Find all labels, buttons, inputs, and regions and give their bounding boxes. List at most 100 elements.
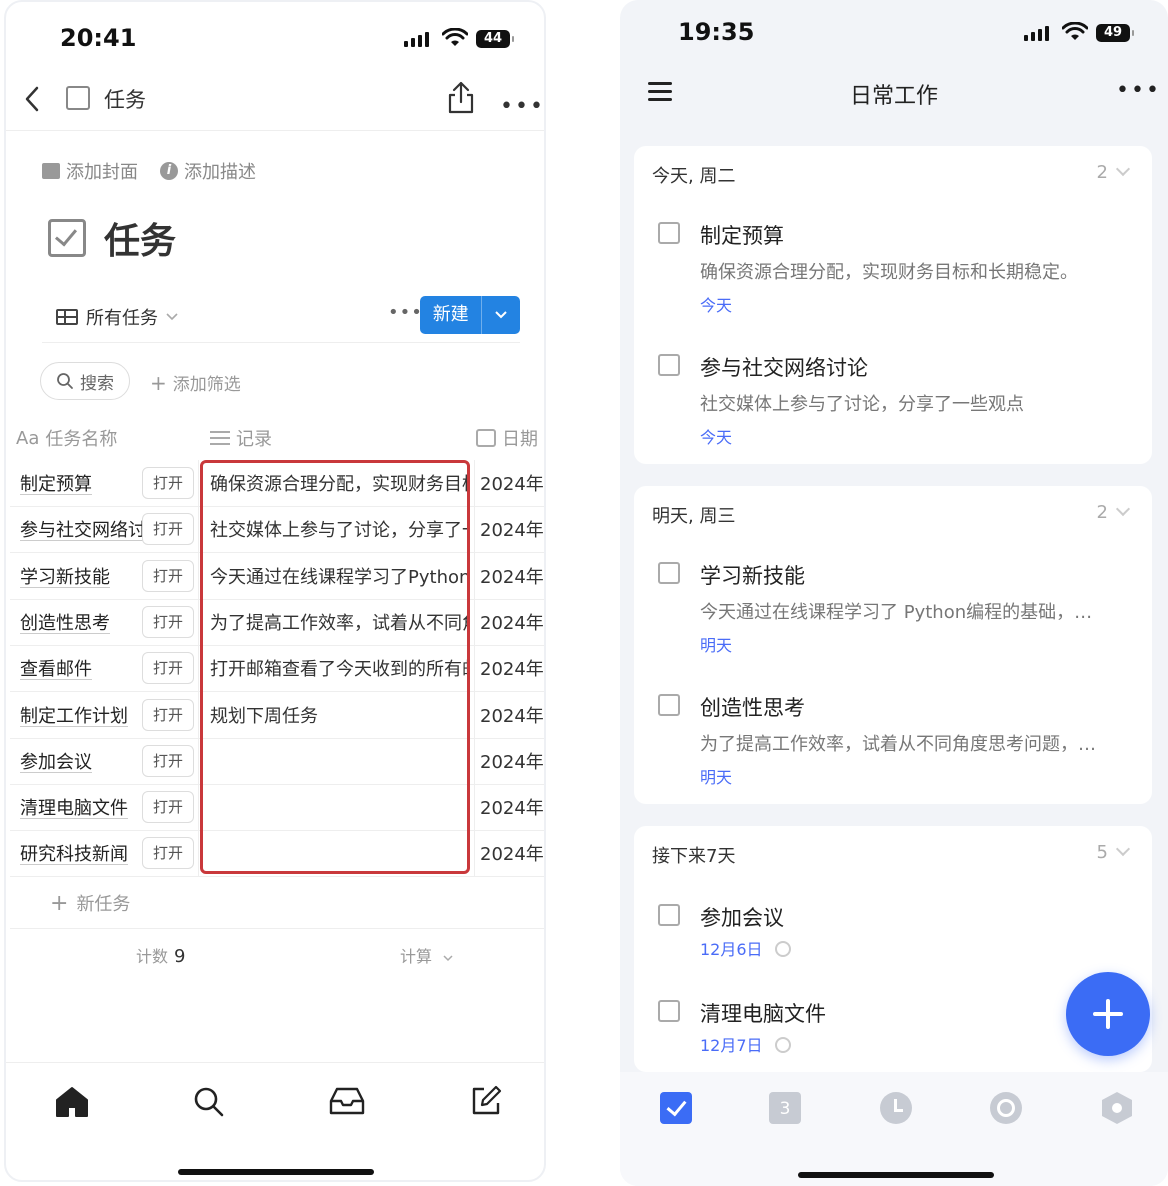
open-button[interactable]: 打开 xyxy=(142,837,194,870)
task-name[interactable]: 参加会议 xyxy=(20,748,150,774)
tasks-tab-icon[interactable] xyxy=(660,1092,692,1124)
task-name[interactable]: 制定预算 xyxy=(20,470,150,496)
todo-phone: 19:35 49 日常工作 ••• 今天, 周二 2 制定预算 确保资源合理分配，实现… xyxy=(620,0,1168,1186)
open-button[interactable]: 打开 xyxy=(142,467,194,499)
table-icon xyxy=(56,309,78,325)
task-checkbox[interactable] xyxy=(658,354,680,376)
open-button[interactable]: 打开 xyxy=(142,652,194,685)
clock-tab-icon[interactable] xyxy=(880,1092,912,1124)
open-button[interactable]: 打开 xyxy=(142,744,194,777)
nav-bar: 任务 ••• xyxy=(6,72,544,131)
more-icon[interactable]: ••• xyxy=(1116,78,1161,103)
focus-tab-icon[interactable] xyxy=(990,1092,1022,1124)
task-date[interactable]: 2024年12月 xyxy=(480,702,544,728)
open-button[interactable]: 打开 xyxy=(142,559,194,592)
task-name[interactable]: 制定工作计划 xyxy=(20,702,150,728)
section-count[interactable]: 2 xyxy=(1097,501,1131,523)
new-task-button[interactable]: + 新任务 xyxy=(50,890,130,916)
task-title: 创造性思考 xyxy=(700,696,805,720)
task-description: 确保资源合理分配，实现财务目标和长期稳定。 xyxy=(700,262,1078,283)
section-header: 接下来7天 xyxy=(652,846,736,867)
settings-tab-icon[interactable] xyxy=(1102,1092,1132,1124)
task-date[interactable]: 2024年12月 xyxy=(480,655,544,681)
compose-icon[interactable] xyxy=(470,1085,502,1117)
open-button[interactable]: 打开 xyxy=(142,698,194,731)
section-header: 今天, 周二 xyxy=(652,166,736,187)
column-divider xyxy=(198,737,199,784)
task-checkbox[interactable] xyxy=(658,904,680,926)
add-task-button[interactable] xyxy=(1066,972,1150,1056)
task-description: 今天通过在线课程学习了 Python编程的基础，… xyxy=(700,602,1093,623)
column-divider xyxy=(474,691,475,738)
home-icon[interactable] xyxy=(54,1085,90,1119)
open-button[interactable]: 打开 xyxy=(142,513,194,546)
column-header-note[interactable]: 记录 xyxy=(210,422,272,454)
column-divider xyxy=(198,598,199,645)
new-button[interactable]: 新建 xyxy=(420,296,520,334)
back-icon[interactable] xyxy=(20,84,44,114)
column-divider xyxy=(474,598,475,645)
search-button[interactable]: 搜索 xyxy=(40,362,130,400)
section-count[interactable]: 5 xyxy=(1097,841,1131,863)
inbox-icon[interactable] xyxy=(328,1085,366,1117)
task-checkbox[interactable] xyxy=(658,562,680,584)
column-divider xyxy=(198,552,199,599)
task-checkbox[interactable] xyxy=(658,694,680,716)
new-dropdown-icon[interactable] xyxy=(482,307,520,323)
task-item[interactable]: 创造性思考 为了提高工作效率，试着从不同角度思考问题，… 明天 xyxy=(658,692,1138,788)
task-date[interactable]: 2024年12月 xyxy=(480,794,544,820)
task-name[interactable]: 创造性思考 xyxy=(20,609,150,635)
column-divider xyxy=(198,645,199,692)
chevron-down-icon xyxy=(166,313,178,321)
task-name[interactable]: 研究科技新闻 xyxy=(20,840,150,866)
open-button[interactable]: 打开 xyxy=(142,791,194,824)
status-time: 20:41 xyxy=(60,24,137,52)
cellular-signal-icon xyxy=(1024,26,1049,41)
view-more-icon[interactable]: ••• xyxy=(388,302,423,323)
task-item[interactable]: 学习新技能 今天通过在线课程学习了 Python编程的基础，… 明天 xyxy=(658,560,1138,656)
task-date[interactable]: 2024年12月 xyxy=(480,516,544,542)
nav-title: 任务 xyxy=(104,88,146,112)
battery-icon: 44 xyxy=(476,30,514,48)
task-due: 今天 xyxy=(700,296,733,315)
share-icon[interactable] xyxy=(446,80,476,116)
task-name[interactable]: 学习新技能 xyxy=(20,563,150,589)
task-due: 12月7日 xyxy=(700,1032,791,1056)
task-date[interactable]: 2024年12月 xyxy=(480,609,544,635)
chevron-down-icon xyxy=(443,955,453,962)
task-name[interactable]: 清理电脑文件 xyxy=(20,794,150,820)
task-name[interactable]: 参与社交网络讨论 xyxy=(20,516,150,542)
column-header-date[interactable]: 日期 xyxy=(476,422,538,454)
task-name[interactable]: 查看邮件 xyxy=(20,655,150,681)
search-icon[interactable] xyxy=(192,1085,226,1119)
page-checkbox-icon xyxy=(66,86,90,110)
add-cover-button[interactable]: 添加封面 xyxy=(42,158,138,184)
view-selector[interactable]: 所有任务 xyxy=(56,304,178,330)
task-date[interactable]: 2024年12月 xyxy=(480,840,544,866)
chevron-down-icon xyxy=(1115,161,1131,177)
task-date[interactable]: 2024年12月 xyxy=(480,563,544,589)
task-item[interactable]: 制定预算 确保资源合理分配，实现财务目标和长期稳定。 今天 xyxy=(658,220,1138,316)
section-count[interactable]: 2 xyxy=(1097,161,1131,183)
task-checkbox[interactable] xyxy=(658,222,680,244)
task-checkbox[interactable] xyxy=(658,1000,680,1022)
count-summary[interactable]: 计数 9 xyxy=(136,943,185,967)
calendar-tab-icon[interactable]: 3 xyxy=(769,1092,801,1124)
add-filter-button[interactable]: + 添加筛选 xyxy=(150,370,241,395)
calculate-button[interactable]: 计算 xyxy=(400,943,453,967)
task-description: 社交媒体上参与了讨论，分享了一些观点 xyxy=(700,394,1024,415)
add-description-button[interactable]: i 添加描述 xyxy=(160,158,256,184)
more-icon[interactable]: ••• xyxy=(500,94,544,119)
open-button[interactable]: 打开 xyxy=(142,605,194,638)
column-header-name[interactable]: Aa 任务名称 xyxy=(16,422,117,454)
column-divider xyxy=(198,830,199,877)
task-date[interactable]: 2024年12月 xyxy=(480,470,544,496)
column-divider xyxy=(474,460,475,506)
task-item[interactable]: 参与社交网络讨论 社交媒体上参与了讨论，分享了一些观点 今天 xyxy=(658,352,1138,448)
column-divider xyxy=(198,691,199,738)
info-icon: i xyxy=(160,162,178,180)
task-due: 明天 xyxy=(700,768,733,787)
task-date[interactable]: 2024年12月 xyxy=(480,748,544,774)
chevron-down-icon xyxy=(1115,841,1131,857)
task-item[interactable]: 参加会议 12月6日 xyxy=(658,902,1138,960)
